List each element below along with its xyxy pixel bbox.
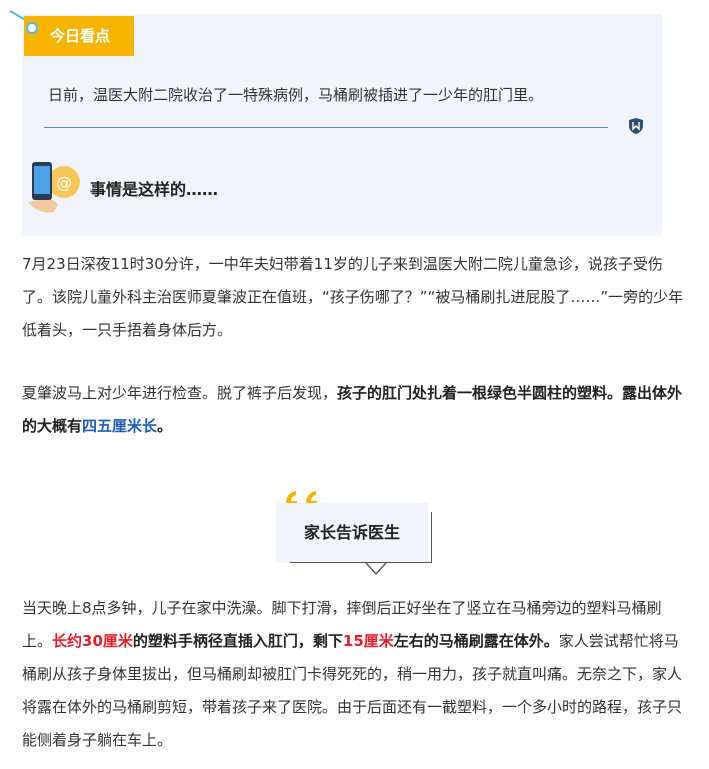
panel-divider <box>44 127 608 128</box>
today-highlight-tag: 今日看点 <box>24 16 134 56</box>
paragraph-2: 夏肇波马上对少年进行检查。脱了裤子后发现，孩子的肛门处扎着一根绿色半圆柱的塑料。… <box>22 377 686 443</box>
paragraph-2-end: 。 <box>157 417 173 435</box>
section-subtitle: 事情是这样的…… <box>90 180 219 199</box>
paragraph-3-red-2: 15厘米 <box>342 632 394 650</box>
paragraph-3-bold-1: 的塑料手柄径直插入肛门，剩下 <box>132 632 343 650</box>
paragraph-3: 当天晚上8点多钟，儿子在家中洗澡。脚下打滑，摔倒后正好坐在了竖立在马桶旁边的塑料… <box>22 592 686 757</box>
paragraph-1: 7月23日深夜11时30分许，一中年夫妇带着11岁的儿子来到温医大附二院儿童急诊… <box>22 255 684 339</box>
paragraph-2-lead: 夏肇波马上对少年进行检查。脱了裤子后发现， <box>22 384 338 402</box>
svg-text:@: @ <box>56 173 72 192</box>
quote-label: 家长告诉医生 <box>303 523 400 542</box>
shield-icon <box>629 118 643 134</box>
tag-dot-icon <box>26 22 38 34</box>
tag-label: 今日看点 <box>50 27 111 45</box>
speech-tail-icon <box>365 562 387 576</box>
phone-icon: @ <box>28 162 80 213</box>
paragraph-3-bold-2: 左右的马桶刷露在体外。 <box>393 632 559 650</box>
paragraph-2-highlight: 四五厘米长 <box>82 417 158 435</box>
intro-text: 日前，温医大附二院收治了一特殊病例，马桶刷被插进了一少年的肛门里。 <box>48 86 544 104</box>
paragraph-3-red-1: 长约30厘米 <box>52 632 133 650</box>
